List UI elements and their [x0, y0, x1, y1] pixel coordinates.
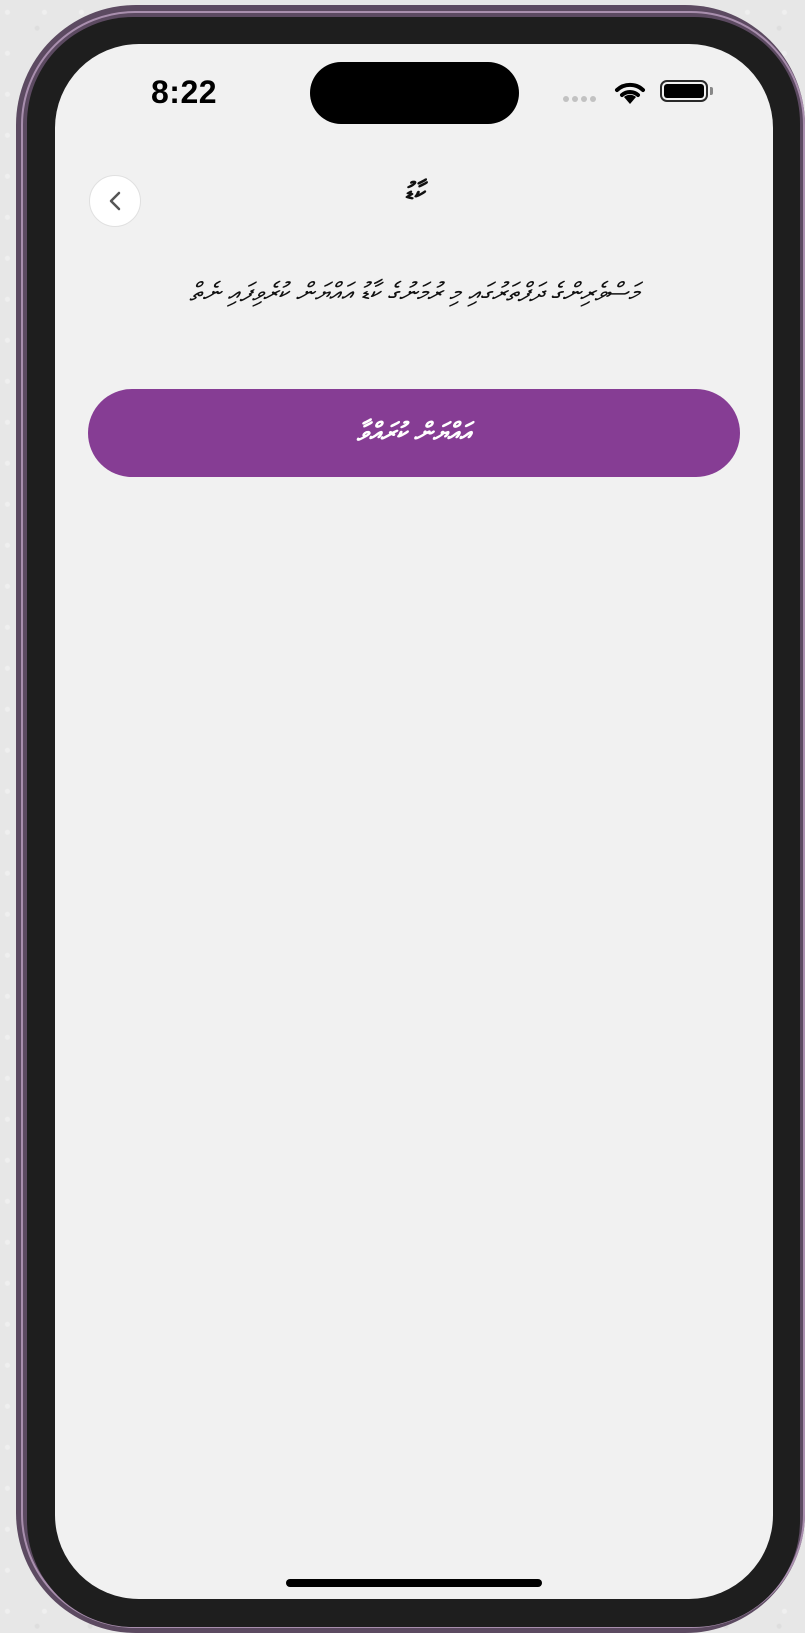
battery-nub [710, 87, 713, 95]
info-message: މަސްވެރިންގެ ދަފްތަރުގައި މި ރުމަނުގެ ކާ… [189, 277, 639, 307]
battery-icon [660, 80, 708, 102]
status-time: 8:22 [151, 74, 218, 110]
chevron-left-icon [109, 191, 121, 211]
dynamic-island [310, 62, 519, 124]
page-title: ކާޑު [404, 177, 424, 207]
phone-screen: 8:22 ކާޑު މަސްވެރިންގެ ދަފްތަރުގައި މި ރ… [55, 44, 773, 1599]
back-button[interactable] [89, 175, 141, 227]
cellular-signal-icon [563, 96, 596, 102]
wifi-icon [615, 82, 645, 104]
home-indicator[interactable] [286, 1579, 542, 1587]
assign-button[interactable]: އައްޔަން ކުރައްވާ [88, 389, 740, 477]
